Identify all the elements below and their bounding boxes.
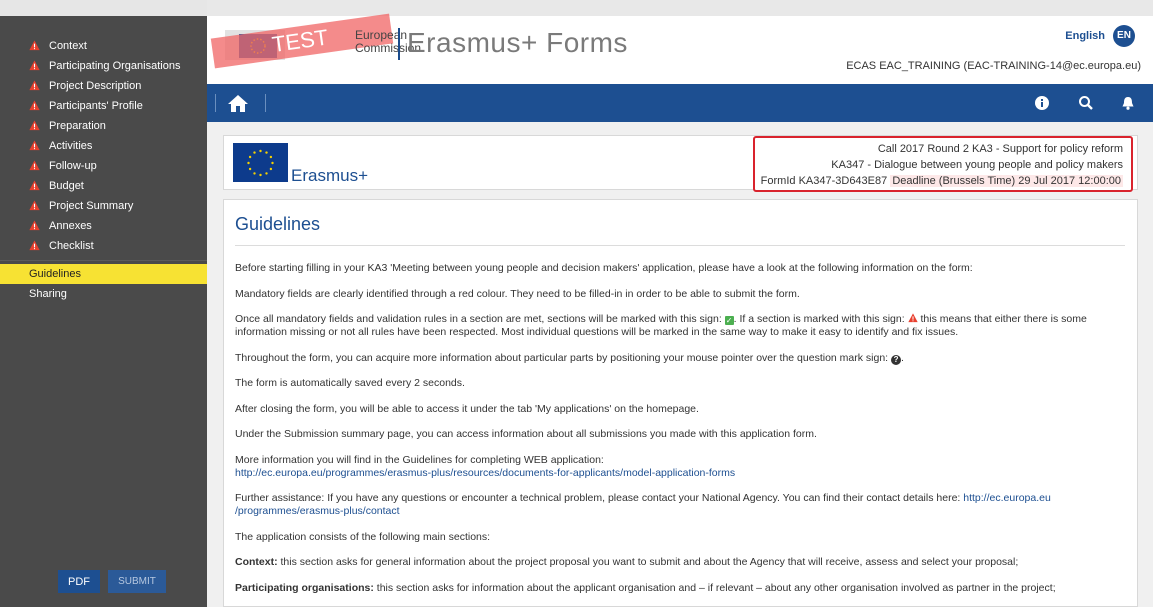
- section-description: this section asks for general informatio…: [280, 556, 1019, 568]
- sidebar: Context Participating Organisations Proj…: [0, 0, 207, 607]
- contact-link-continued[interactable]: /programmes/erasmus-plus/contact: [235, 505, 400, 517]
- sidebar-divider: [0, 260, 207, 261]
- guideline-paragraph: Once all mandatory fields and validation…: [235, 313, 1130, 339]
- guideline-paragraph: The application consists of the followin…: [235, 530, 491, 543]
- sidebar-item-preparation[interactable]: Preparation: [0, 116, 207, 136]
- sidebar-item-participants-profile[interactable]: Participants' Profile: [0, 96, 207, 116]
- header: TEST European Commission Erasmus+ Forms …: [207, 0, 1153, 84]
- sidebar-item-participating-organisations[interactable]: Participating Organisations: [0, 56, 207, 76]
- guideline-paragraph: Context: this section asks for general i…: [235, 556, 1130, 569]
- guideline-paragraph: Before starting filling in your KA3 'Mee…: [235, 262, 973, 274]
- warning-icon: [29, 80, 40, 91]
- guideline-paragraph: More information you will find in the Gu…: [235, 454, 1130, 480]
- sidebar-item-label: Checklist: [49, 240, 94, 252]
- deadline: Deadline (Brussels Time) 29 Jul 2017 12:…: [890, 175, 1123, 187]
- model-application-forms-link[interactable]: http://ec.europa.eu/programmes/erasmus-p…: [235, 467, 735, 479]
- programme-name: Erasmus+: [291, 166, 368, 185]
- warning-icon: [29, 180, 40, 191]
- warning-icon: [29, 200, 40, 211]
- contact-link[interactable]: http://ec.europa.eu: [963, 492, 1051, 504]
- guideline-paragraph: Further assistance: If you have any ques…: [235, 492, 1130, 518]
- top-navbar: [207, 84, 1153, 122]
- guideline-paragraph: Participating organisations: this sectio…: [235, 582, 1130, 595]
- section-name: Context:: [235, 556, 278, 568]
- pdf-button[interactable]: PDF: [58, 570, 100, 593]
- warning-icon: [29, 140, 40, 151]
- sidebar-item-checklist[interactable]: Checklist: [0, 236, 207, 256]
- warning-icon: [29, 220, 40, 231]
- sidebar-item-label: Annexes: [49, 220, 92, 232]
- sidebar-item-label: Preparation: [49, 120, 106, 132]
- navbar-divider: [265, 94, 266, 112]
- guideline-paragraph: Under the Submission summary page, you c…: [235, 428, 817, 440]
- sidebar-item-follow-up[interactable]: Follow-up: [0, 156, 207, 176]
- guideline-paragraph: After closing the form, you will be able…: [235, 402, 699, 415]
- sidebar-item-sharing[interactable]: Sharing: [0, 284, 207, 304]
- sidebar-top-strip: [0, 0, 207, 16]
- eu-flag-icon: [233, 143, 288, 182]
- guideline-text: Further assistance: If you have any ques…: [235, 492, 961, 504]
- sidebar-item-label: Activities: [49, 140, 93, 152]
- warning-icon: [29, 240, 40, 251]
- form-id-line: FormId KA347-3D643E87 Deadline (Brussels…: [755, 173, 1123, 189]
- search-icon[interactable]: [1077, 94, 1095, 112]
- language-code-badge[interactable]: EN: [1113, 25, 1135, 47]
- call-line: Call 2017 Round 2 KA3 - Support for poli…: [877, 143, 1123, 155]
- guideline-text: Throughout the form, you can acquire mor…: [235, 351, 889, 364]
- question-mark-icon: ?: [891, 354, 902, 365]
- sidebar-item-label: Project Description: [49, 80, 142, 92]
- app-title: Erasmus+ Forms: [407, 27, 628, 58]
- call-info-box: Call 2017 Round 2 KA3 - Support for poli…: [753, 136, 1133, 192]
- section-description: this section asks for information about …: [376, 581, 1056, 594]
- warning-icon: [29, 100, 40, 111]
- language-selector[interactable]: English: [1065, 30, 1105, 42]
- sidebar-item-budget[interactable]: Budget: [0, 176, 207, 196]
- bell-icon[interactable]: [1119, 94, 1137, 112]
- sidebar-item-label: Budget: [49, 180, 84, 192]
- info-icon[interactable]: [1033, 94, 1051, 112]
- sidebar-item-label: Participating Organisations: [49, 60, 181, 72]
- warning-icon: [29, 160, 40, 171]
- guidelines-panel: Guidelines Before starting filling in yo…: [223, 199, 1138, 607]
- section-nav: Context Participating Organisations Proj…: [0, 36, 207, 304]
- title-divider: [235, 245, 1125, 246]
- guideline-text: More information you will find in the Gu…: [235, 453, 604, 466]
- checkmark-icon: ✓: [724, 316, 734, 325]
- guideline-text: . If a section is marked with this sign:: [733, 313, 905, 325]
- sidebar-item-label: Participants' Profile: [49, 100, 143, 112]
- sidebar-item-annexes[interactable]: Annexes: [0, 216, 207, 236]
- submit-button[interactable]: SUBMIT: [108, 570, 166, 593]
- warning-icon: [29, 40, 40, 51]
- action-line: KA347 - Dialogue between young people an…: [831, 159, 1123, 171]
- page-title: Guidelines: [235, 214, 321, 234]
- form-id: FormId KA347-3D643E87: [760, 175, 888, 187]
- sidebar-item-guidelines[interactable]: Guidelines: [0, 264, 207, 284]
- sidebar-item-context[interactable]: Context: [0, 36, 207, 56]
- warning-icon: [907, 313, 918, 323]
- warning-icon: [29, 120, 40, 131]
- sidebar-item-label: Project Summary: [49, 200, 134, 212]
- user-account-label: ECAS EAC_TRAINING (EAC-TRAINING-14@ec.eu…: [846, 60, 1141, 72]
- navbar-divider: [215, 94, 216, 112]
- sidebar-item-label: Follow-up: [49, 160, 97, 172]
- sidebar-item-project-summary[interactable]: Project Summary: [0, 196, 207, 216]
- sidebar-item-label: Context: [49, 40, 87, 52]
- guideline-text: Once all mandatory fields and validation…: [235, 313, 722, 325]
- sidebar-item-activities[interactable]: Activities: [0, 136, 207, 156]
- guideline-paragraph: Mandatory fields are clearly identified …: [235, 287, 800, 300]
- guideline-paragraph: Throughout the form, you can acquire mor…: [235, 351, 904, 365]
- guideline-paragraph: The form is automatically saved every 2 …: [235, 377, 465, 389]
- logo-divider: [398, 28, 400, 60]
- section-name: Participating organisations:: [235, 581, 374, 594]
- sidebar-item-project-description[interactable]: Project Description: [0, 76, 207, 96]
- home-icon[interactable]: [227, 93, 249, 113]
- guidelines-body: Before starting filling in your KA3 'Mee…: [235, 262, 1130, 606]
- warning-icon: [29, 60, 40, 71]
- programme-header: Erasmus+ Call 2017 Round 2 KA3 - Support…: [223, 135, 1138, 192]
